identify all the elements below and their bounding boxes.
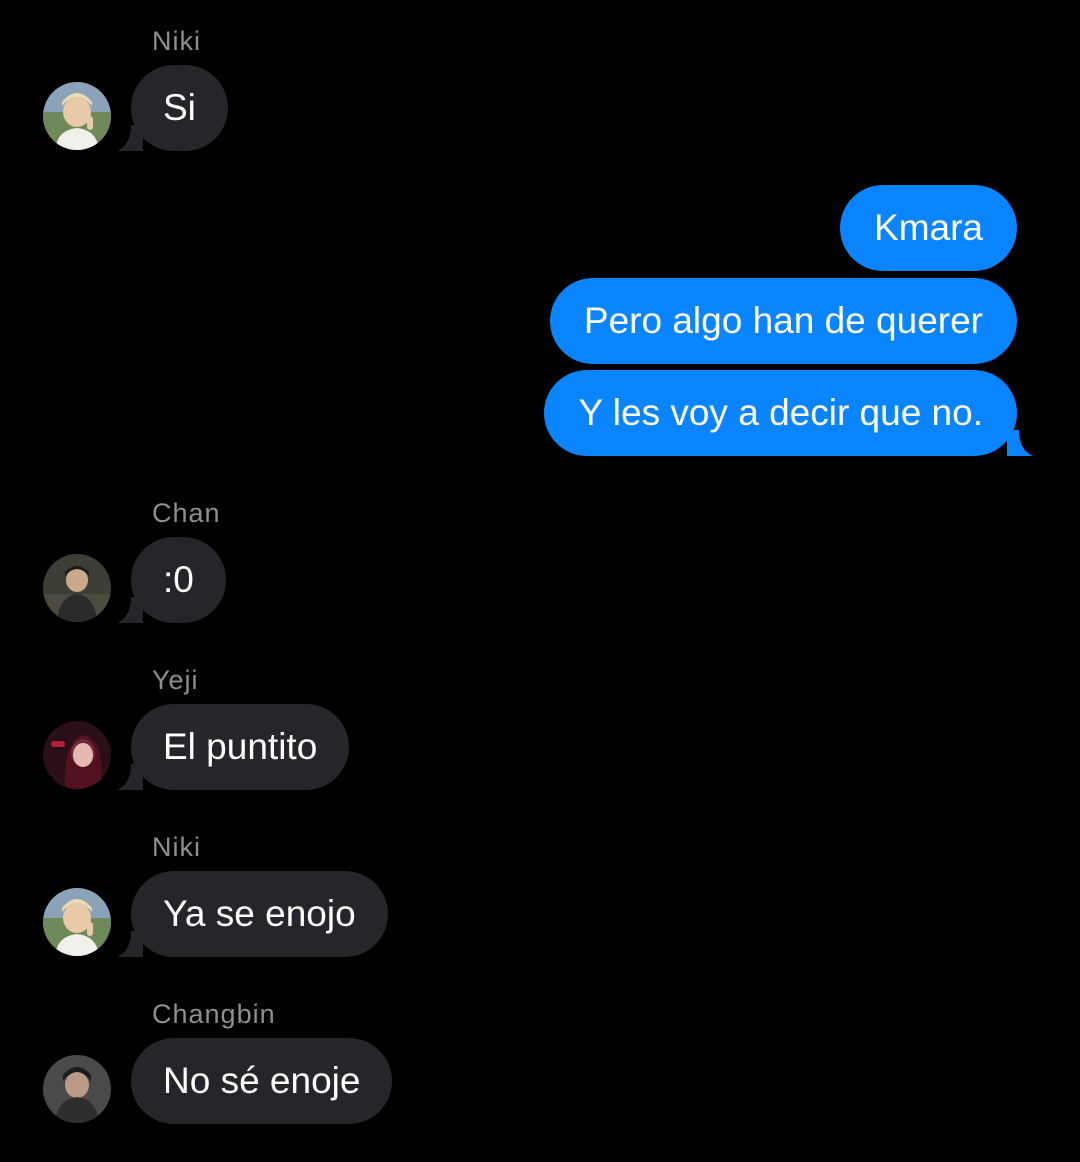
message-bubble-incoming[interactable]: No sé enoje <box>131 1038 393 1124</box>
message-text: Si <box>163 87 196 128</box>
message-bubble-incoming[interactable]: :0 <box>117 537 226 623</box>
message-bubble-outgoing[interactable]: Pero algo han de querer <box>549 278 1017 364</box>
message-bubble-outgoing[interactable]: Kmara <box>840 185 1017 271</box>
avatar-changbin[interactable] <box>43 1055 111 1123</box>
sender-name: Changbin <box>152 999 276 1029</box>
message-text: Ya se enojo <box>163 893 356 934</box>
sender-name: Yeji <box>152 665 199 695</box>
message-text: Kmara <box>874 207 983 248</box>
message-text: Pero algo han de querer <box>583 300 983 341</box>
message-bubble-outgoing[interactable]: Y les voy a decir que no. <box>544 370 1033 456</box>
sender-name: Niki <box>152 832 201 862</box>
message-bubble-incoming[interactable]: El puntito <box>117 704 350 790</box>
avatar-yeji[interactable] <box>43 721 111 789</box>
message-text: Y les voy a decir que no. <box>578 392 983 433</box>
message-text: :0 <box>163 559 194 600</box>
avatar-niki[interactable] <box>43 888 111 956</box>
message-text: El puntito <box>163 726 318 767</box>
message-bubble-incoming[interactable]: Si <box>117 65 228 151</box>
message-text: No sé enoje <box>163 1060 361 1101</box>
sender-name: Niki <box>152 26 201 56</box>
avatar-chan[interactable] <box>43 554 111 622</box>
avatar-niki[interactable] <box>43 82 111 150</box>
message-bubble-incoming[interactable]: Ya se enojo <box>117 871 388 957</box>
sender-name: Chan <box>152 498 221 528</box>
